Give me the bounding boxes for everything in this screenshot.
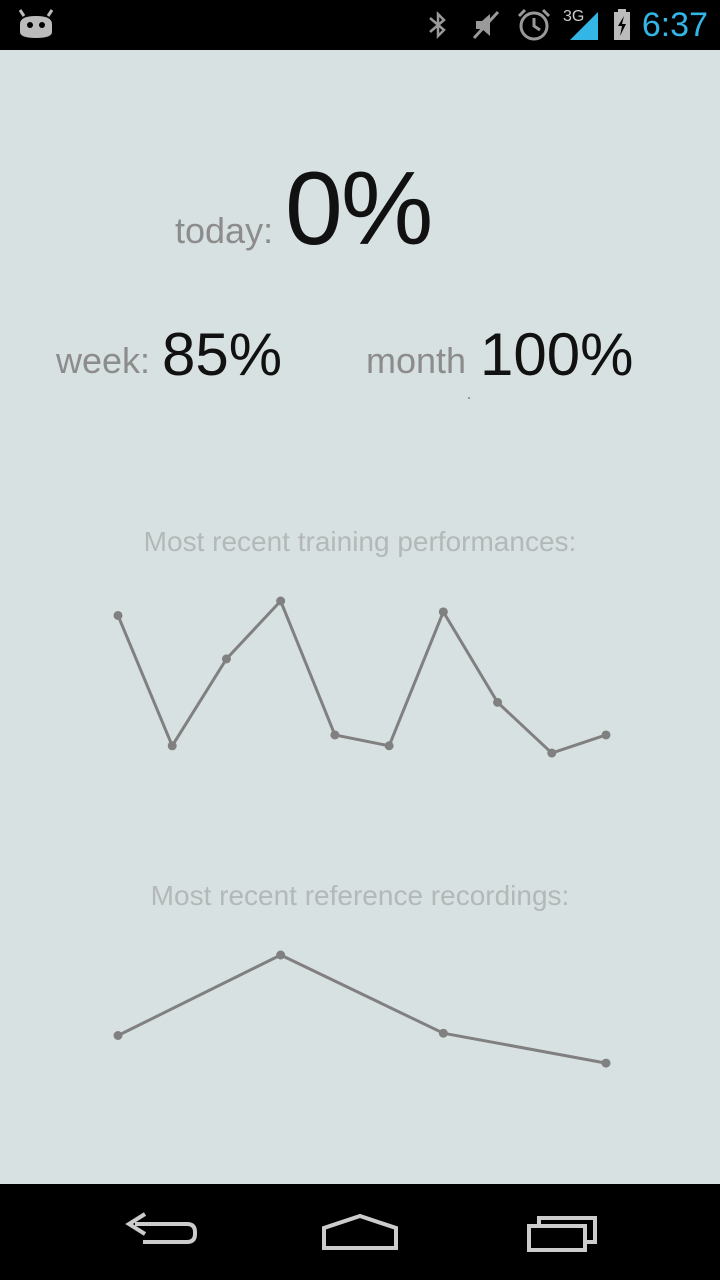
series-line-segment	[280, 953, 444, 1035]
data-point	[276, 950, 286, 960]
series-line-segment	[551, 733, 607, 755]
data-point	[384, 741, 394, 751]
series-line-segment	[116, 614, 174, 747]
data-point	[330, 730, 340, 740]
decorative-dot	[468, 397, 470, 399]
home-icon[interactable]	[310, 1204, 410, 1260]
data-point	[601, 1058, 611, 1068]
training-chart-title: Most recent training performances:	[143, 526, 577, 557]
mute-icon	[472, 10, 500, 40]
week-value: 85%	[162, 321, 283, 388]
recent-apps-icon[interactable]	[515, 1204, 615, 1260]
series-line-segment	[442, 611, 499, 704]
data-point	[601, 730, 611, 740]
bluetooth-icon	[429, 10, 446, 40]
training-performance-chart	[113, 596, 611, 758]
status-clock: 6:37	[641, 6, 708, 44]
series-line-segment	[117, 953, 282, 1037]
today-label: today:	[175, 210, 274, 251]
series-line-segment	[279, 600, 337, 736]
series-line-segment	[443, 1031, 607, 1065]
today-value: 0%	[285, 151, 433, 267]
series-line-segment	[387, 611, 445, 747]
month-value: 100%	[480, 321, 634, 388]
back-icon[interactable]	[115, 1204, 215, 1260]
data-point	[547, 748, 557, 758]
data-point	[167, 741, 177, 751]
series-line-segment	[170, 658, 228, 747]
data-point	[276, 596, 286, 606]
main-content: today: 0% week: 85% month 100% Most rece…	[0, 50, 720, 1184]
data-point	[113, 1031, 123, 1040]
battery-charging-icon	[614, 9, 630, 40]
data-point	[221, 654, 231, 664]
data-point	[438, 1028, 448, 1038]
data-point	[438, 607, 448, 617]
signal-icon	[570, 12, 598, 40]
series-line-segment	[496, 701, 553, 755]
series-line-segment	[334, 733, 390, 748]
status-bar: 3G 6:37	[0, 0, 720, 50]
reference-chart-title: Most recent reference recordings:	[150, 880, 570, 911]
android-icon	[18, 9, 54, 38]
month-label: month	[366, 340, 467, 381]
reference-recordings-chart	[113, 950, 611, 1068]
data-point	[493, 697, 503, 707]
navigation-bar	[0, 1184, 720, 1280]
series-line-segment	[225, 599, 282, 660]
alarm-icon	[517, 8, 551, 41]
week-label: week:	[56, 340, 151, 381]
data-point	[113, 610, 123, 620]
